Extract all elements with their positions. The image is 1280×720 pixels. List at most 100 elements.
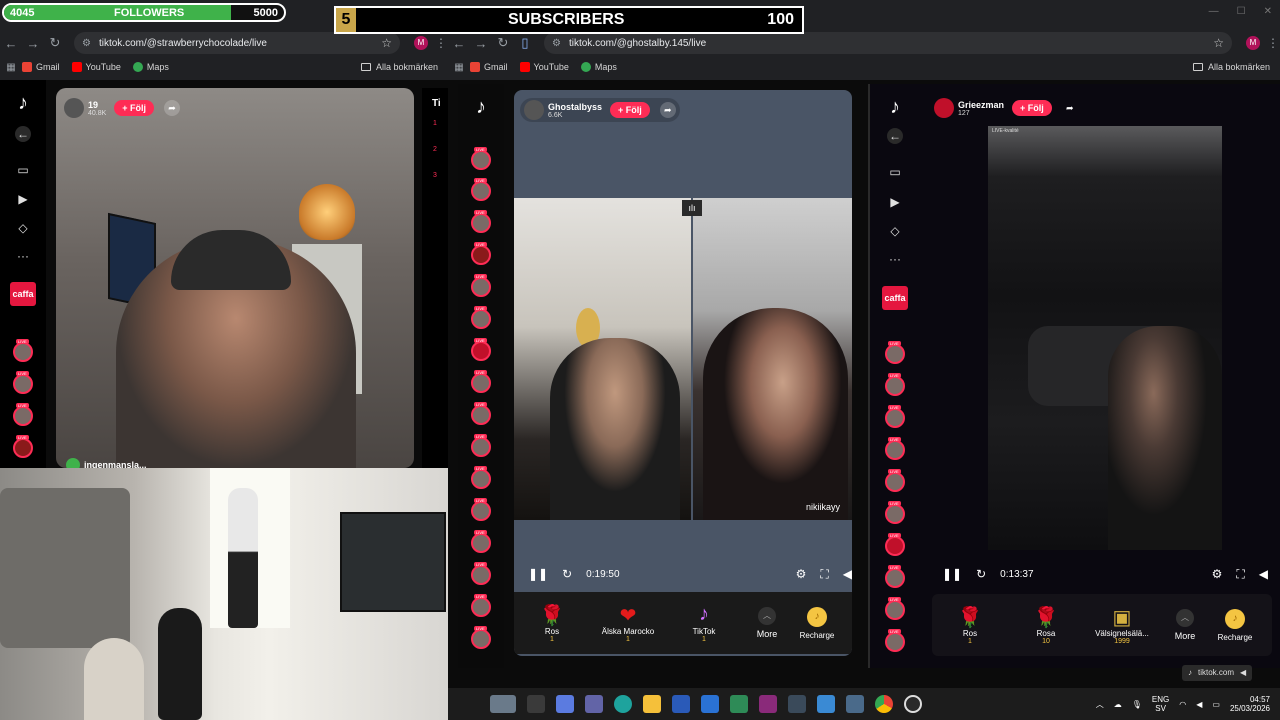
live-tv-icon[interactable]: ▭ xyxy=(887,164,903,180)
live-avatar[interactable] xyxy=(471,338,491,361)
gift-tiktok[interactable]: ♪ TikTok 1 xyxy=(666,603,742,643)
back-arrow-icon[interactable]: ← xyxy=(15,126,31,142)
right-url-bar[interactable]: ⚙ tiktok.com/@ghostalby.145/live ☆ xyxy=(544,32,1232,54)
follow-button[interactable]: + Följ xyxy=(610,102,650,118)
file-explorer-icon[interactable] xyxy=(643,695,661,713)
live-avatar[interactable] xyxy=(471,530,491,553)
profile-avatar[interactable]: M xyxy=(1246,36,1260,50)
store-icon[interactable] xyxy=(672,695,690,713)
obs-icon[interactable] xyxy=(904,695,922,713)
host-video[interactable] xyxy=(514,198,691,520)
more-gifts-button[interactable]: ︿ More xyxy=(1160,609,1210,641)
more-dots-icon[interactable]: ··· xyxy=(15,248,31,264)
chrome-icon[interactable] xyxy=(875,695,893,713)
battery-icon[interactable]: ▭ xyxy=(1212,700,1220,709)
camera-icon[interactable]: ▶ xyxy=(15,191,31,207)
live-avatar[interactable] xyxy=(885,533,905,556)
app-icon[interactable] xyxy=(759,695,777,713)
live-avatar[interactable] xyxy=(885,373,905,396)
live-avatar[interactable] xyxy=(885,629,905,652)
right-stream-video[interactable]: LIVE-kvalité xyxy=(988,126,1222,550)
left-url-bar[interactable]: ⚙ tiktok.com/@strawberrychocolade/live ☆ xyxy=(74,32,400,54)
live-avatar[interactable] xyxy=(471,562,491,585)
live-avatar[interactable] xyxy=(885,405,905,428)
live-avatar[interactable] xyxy=(471,434,491,457)
camera-icon[interactable]: ▶ xyxy=(887,194,903,210)
reload-icon[interactable]: ↻ xyxy=(44,35,66,51)
site-info-icon[interactable]: ⚙ xyxy=(82,38,91,49)
forward-icon[interactable]: → xyxy=(470,36,492,51)
live-avatar[interactable] xyxy=(13,435,33,458)
explore-icon[interactable]: ◇ xyxy=(15,220,31,236)
streamer-name[interactable]: 19 xyxy=(88,100,106,110)
volume-icon[interactable]: ◀ xyxy=(843,567,852,581)
live-avatar[interactable] xyxy=(13,339,33,362)
more-gifts-button[interactable]: ︿ More xyxy=(742,607,792,639)
live-avatar[interactable] xyxy=(885,501,905,524)
bookmark-gmail[interactable]: Gmail xyxy=(22,62,60,72)
follow-button[interactable]: + Följ xyxy=(114,100,155,116)
caffa-promo[interactable]: caffa xyxy=(882,286,908,310)
live-avatar[interactable] xyxy=(471,242,491,265)
recharge-button[interactable]: ♪ Recharge xyxy=(1210,608,1260,642)
maximize-icon[interactable]: ☐ xyxy=(1237,6,1246,17)
settings-app-icon[interactable] xyxy=(788,695,806,713)
bookmark-youtube[interactable]: YouTube xyxy=(71,62,121,72)
gift-alska-marocko[interactable]: ❤ Älska Marocko 1 xyxy=(590,603,666,643)
pause-icon[interactable]: ❚❚ xyxy=(942,567,962,581)
minimize-icon[interactable]: — xyxy=(1209,6,1219,17)
gift-valsignelsala[interactable]: ▣ Välsignelsälä... 1999 xyxy=(1084,605,1160,645)
live-tv-icon[interactable]: ▭ xyxy=(15,162,31,178)
profile-avatar[interactable]: M xyxy=(414,36,428,50)
bookmark-maps[interactable]: Maps xyxy=(132,62,169,72)
vpn-icon[interactable] xyxy=(730,695,748,713)
bookmark-star-icon[interactable]: ☆ xyxy=(1213,36,1224,50)
live-avatar[interactable] xyxy=(471,402,491,425)
audio-icon[interactable]: ılı xyxy=(682,200,702,216)
live-avatar[interactable] xyxy=(471,498,491,521)
apps-grid-icon[interactable]: ▦ xyxy=(448,62,470,73)
live-avatar[interactable] xyxy=(471,370,491,393)
live-avatar[interactable] xyxy=(885,341,905,364)
speaker-icon[interactable]: ◀ xyxy=(1196,700,1202,709)
left-stream-video[interactable]: 19 40.8K + Följ ➦ ingenmansla... xyxy=(56,88,414,468)
all-bookmarks-folder[interactable]: Alla bokmärken xyxy=(1192,62,1270,72)
edge-icon[interactable] xyxy=(614,695,632,713)
tiktok-logo-icon[interactable]: ♪ xyxy=(470,96,492,118)
live-avatar[interactable] xyxy=(471,178,491,201)
wifi-icon[interactable]: ◠ xyxy=(1179,700,1186,709)
volume-small-icon[interactable]: ◀ xyxy=(1240,665,1246,681)
live-avatar[interactable] xyxy=(471,274,491,297)
live-avatar[interactable] xyxy=(885,469,905,492)
fullscreen-icon[interactable]: ⛶ xyxy=(1236,567,1244,582)
weather-widget-icon[interactable] xyxy=(490,695,516,713)
bookmark-star-icon[interactable]: ☆ xyxy=(381,36,392,50)
live-avatar[interactable] xyxy=(471,147,491,170)
live-avatar[interactable] xyxy=(471,626,491,649)
share-icon[interactable]: ➦ xyxy=(1062,100,1078,116)
cloud-icon[interactable]: ☁ xyxy=(1114,700,1122,709)
back-icon[interactable]: ← xyxy=(448,36,470,51)
live-avatar[interactable] xyxy=(13,403,33,426)
media-icon[interactable] xyxy=(846,695,864,713)
close-icon[interactable]: ✕ xyxy=(1264,6,1272,17)
guest-video[interactable]: nikiikayy xyxy=(693,198,852,520)
settings-icon[interactable]: ⚙ xyxy=(796,567,807,581)
fullscreen-icon[interactable]: ⛶ xyxy=(820,567,828,582)
forward-icon[interactable]: → xyxy=(22,36,44,51)
menu-icon[interactable]: ⋮ xyxy=(1266,36,1280,50)
tiktok-logo-icon[interactable]: ♪ xyxy=(12,92,34,114)
teams-icon[interactable] xyxy=(585,695,603,713)
gift-rosa[interactable]: 🌹 Rosa 10 xyxy=(1008,605,1084,645)
bookmark-youtube[interactable]: YouTube xyxy=(519,62,569,72)
photos-icon[interactable] xyxy=(817,695,835,713)
task-view-icon[interactable] xyxy=(527,695,545,713)
apps-grid-icon[interactable]: ▦ xyxy=(0,62,22,73)
back-icon[interactable]: ← xyxy=(0,36,22,51)
pause-icon[interactable]: ❚❚ xyxy=(528,567,548,581)
streamer-avatar[interactable] xyxy=(934,98,954,118)
live-avatar[interactable] xyxy=(885,437,905,460)
streamer-avatar[interactable] xyxy=(524,100,544,120)
gift-ros[interactable]: 🌹 Ros 1 xyxy=(514,603,590,643)
copilot-icon[interactable] xyxy=(556,695,574,713)
